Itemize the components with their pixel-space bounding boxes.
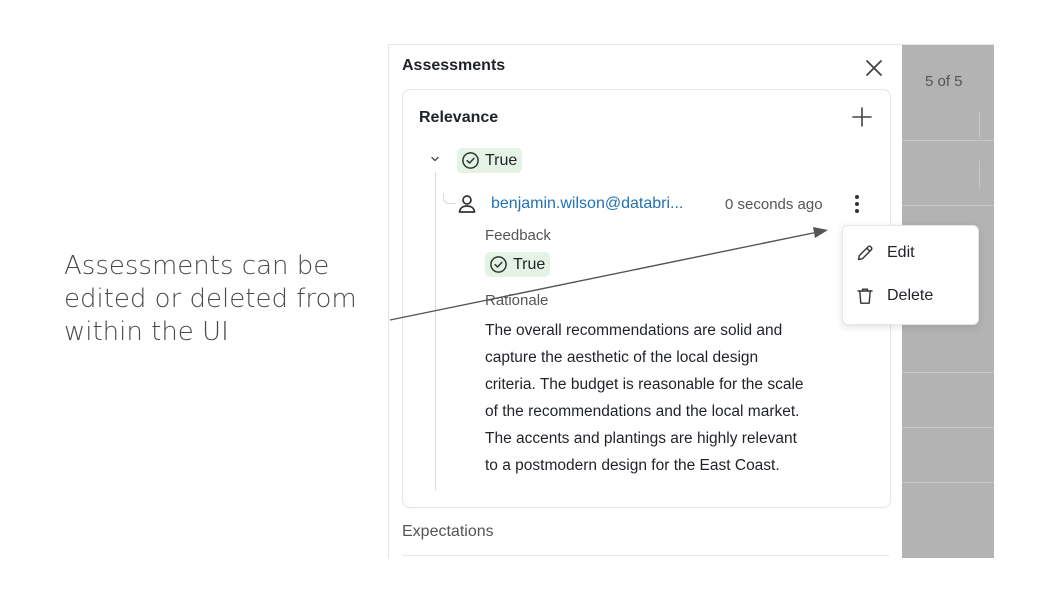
assessment-name: Relevance	[419, 109, 499, 126]
background-divider	[902, 427, 994, 428]
collapse-toggle[interactable]	[429, 152, 441, 164]
background-divider	[902, 140, 994, 141]
annotation-line: within the UI	[64, 317, 229, 347]
rationale-label: Rationale	[485, 292, 549, 309]
background-divider	[979, 161, 980, 189]
check-circle-icon	[490, 256, 507, 273]
rationale-line: to a postmodern design for the East Coas…	[485, 457, 780, 474]
more-options-button[interactable]	[849, 192, 865, 216]
expectations-divider	[402, 555, 889, 556]
pager-count: 5 of 5	[925, 73, 963, 90]
user-icon	[456, 193, 478, 215]
assessment-author-link[interactable]: benjamin.wilson@databri...	[491, 195, 683, 213]
rationale-line: The accents and plantings are highly rel…	[485, 430, 797, 447]
assessment-timestamp: 0 seconds ago	[725, 196, 823, 213]
panel-title: Assessments	[402, 57, 506, 74]
edit-menu-label: Edit	[887, 244, 915, 261]
assessment-context-menu: Edit Delete	[842, 225, 979, 325]
assessment-card: Relevance True benjamin.wilson@databri..…	[402, 89, 891, 508]
rationale-line: of the recommendations and the local mar…	[485, 403, 800, 420]
thread-branch	[443, 193, 456, 204]
close-button[interactable]	[863, 57, 885, 79]
edit-menu-item[interactable]: Edit	[843, 234, 978, 272]
delete-menu-label: Delete	[887, 287, 934, 304]
assessment-value-text: True	[485, 151, 518, 169]
background-divider	[979, 111, 980, 139]
trash-icon	[857, 288, 873, 304]
expectations-label: Expectations	[402, 523, 494, 540]
close-icon	[866, 60, 882, 76]
background-divider	[902, 372, 994, 373]
annotation-caption: Assessments can be edited or deleted fro…	[64, 250, 384, 349]
annotation-line: Assessments can be	[64, 251, 330, 281]
plus-icon	[852, 107, 872, 127]
rationale-line: The overall recommendations are solid an…	[485, 322, 783, 339]
annotation-line: edited or deleted from	[64, 284, 357, 314]
kebab-icon	[855, 195, 859, 213]
feedback-value-badge: True	[485, 252, 551, 277]
feedback-label: Feedback	[485, 227, 551, 244]
delete-menu-item[interactable]: Delete	[843, 277, 978, 315]
rationale-text: The overall recommendations are solid an…	[485, 317, 877, 479]
add-assessment-button[interactable]	[851, 106, 873, 128]
background-divider	[902, 482, 994, 483]
assessment-value-badge: True	[457, 148, 523, 173]
check-circle-icon	[462, 152, 479, 169]
feedback-value-text: True	[513, 255, 546, 273]
rationale-line: criteria. The budget is reasonable for t…	[485, 376, 804, 393]
assessments-panel: Assessments Relevance True benjamin.wils…	[389, 45, 902, 558]
background-divider	[902, 205, 994, 206]
pencil-icon	[857, 245, 873, 261]
rationale-line: capture the aesthetic of the local desig…	[485, 349, 759, 366]
thread-line	[435, 172, 436, 490]
chevron-down-icon	[431, 156, 439, 162]
